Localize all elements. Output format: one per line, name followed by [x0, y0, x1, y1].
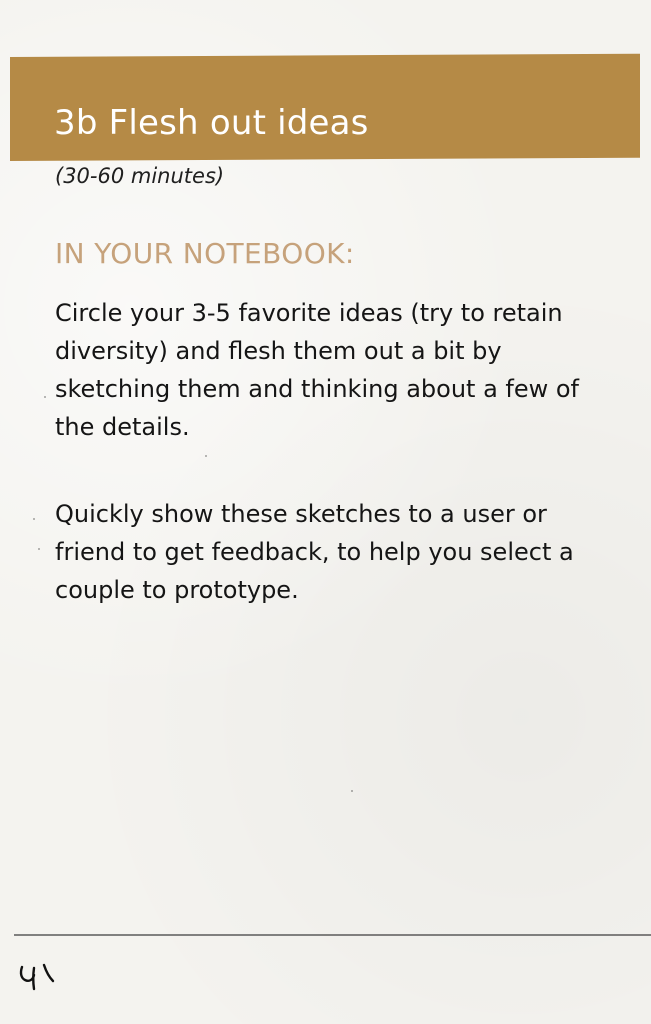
- paper-speck: [351, 790, 353, 792]
- section-label: IN YOUR NOTEBOOK:: [55, 237, 355, 270]
- handwritten-page-number: [19, 963, 55, 991]
- page-title: 3b Flesh out ideas: [54, 103, 369, 143]
- notebook-page: 3b Flesh out ideas (30-60 minutes) IN YO…: [0, 0, 651, 1024]
- paper-speck: [205, 455, 207, 457]
- instruction-paragraph-2: Quickly show these sketches to a user or…: [55, 500, 574, 604]
- instruction-paragraph-1: Circle your 3-5 favorite ideas (try to r…: [55, 299, 580, 441]
- duration-label: (30-60 minutes): [55, 164, 225, 188]
- paper-speck: [44, 396, 46, 398]
- paper-speck: [33, 518, 35, 520]
- bottom-divider: [14, 934, 651, 936]
- paper-speck: [38, 548, 40, 550]
